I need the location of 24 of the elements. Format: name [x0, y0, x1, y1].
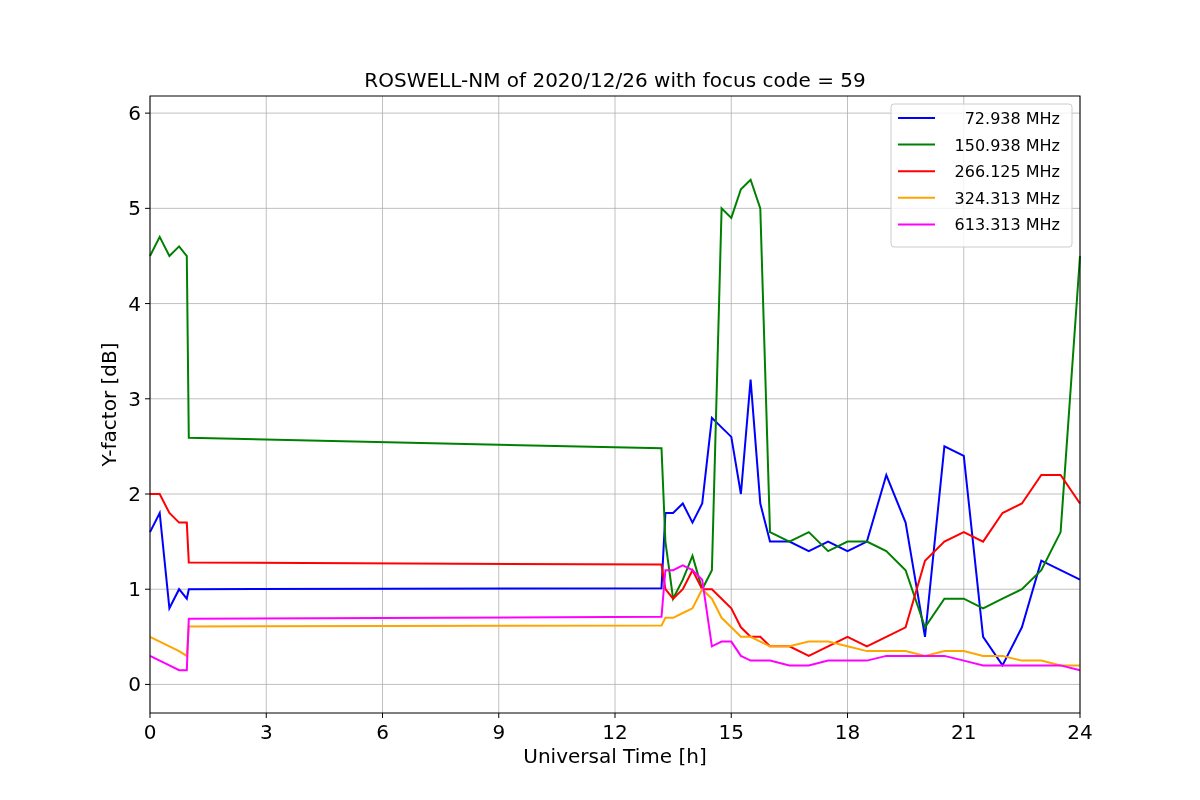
legend-label: 613.313 MHz [954, 215, 1060, 235]
x-axis-label: Universal Time [h] [523, 744, 707, 768]
y-tick-label: 5 [128, 196, 141, 221]
y-axis-label: Y-factor [dB] [97, 342, 121, 467]
x-tick-label: 21 [951, 720, 977, 744]
x-tick-label: 3 [259, 720, 273, 744]
y-tick-label: 4 [128, 291, 141, 316]
x-tick-label: 15 [718, 720, 744, 744]
x-tick-label: 12 [602, 720, 628, 744]
chart-title: ROSWELL-NM of 2020/12/26 with focus code = 59 [364, 68, 866, 92]
legend-label: 150.938 MHz [954, 135, 1060, 155]
x-tick-label: 24 [1067, 720, 1093, 744]
y-tick-label: 1 [128, 577, 141, 602]
legend-label: 266.125 MHz [954, 162, 1060, 182]
y-tick-label: 3 [128, 386, 141, 411]
x-tick-label: 18 [834, 720, 861, 744]
x-tick-label: 0 [143, 720, 157, 744]
y-tick-label: 2 [128, 482, 141, 506]
legend-label: 72.938 MHz [964, 109, 1060, 128]
x-tick-label: 9 [492, 720, 506, 744]
y-tick-label: 0 [128, 672, 141, 697]
x-tick-label: 6 [376, 720, 389, 744]
y-tick-label: 6 [128, 101, 141, 126]
legend-label: 324.313 MHz [954, 188, 1060, 208]
